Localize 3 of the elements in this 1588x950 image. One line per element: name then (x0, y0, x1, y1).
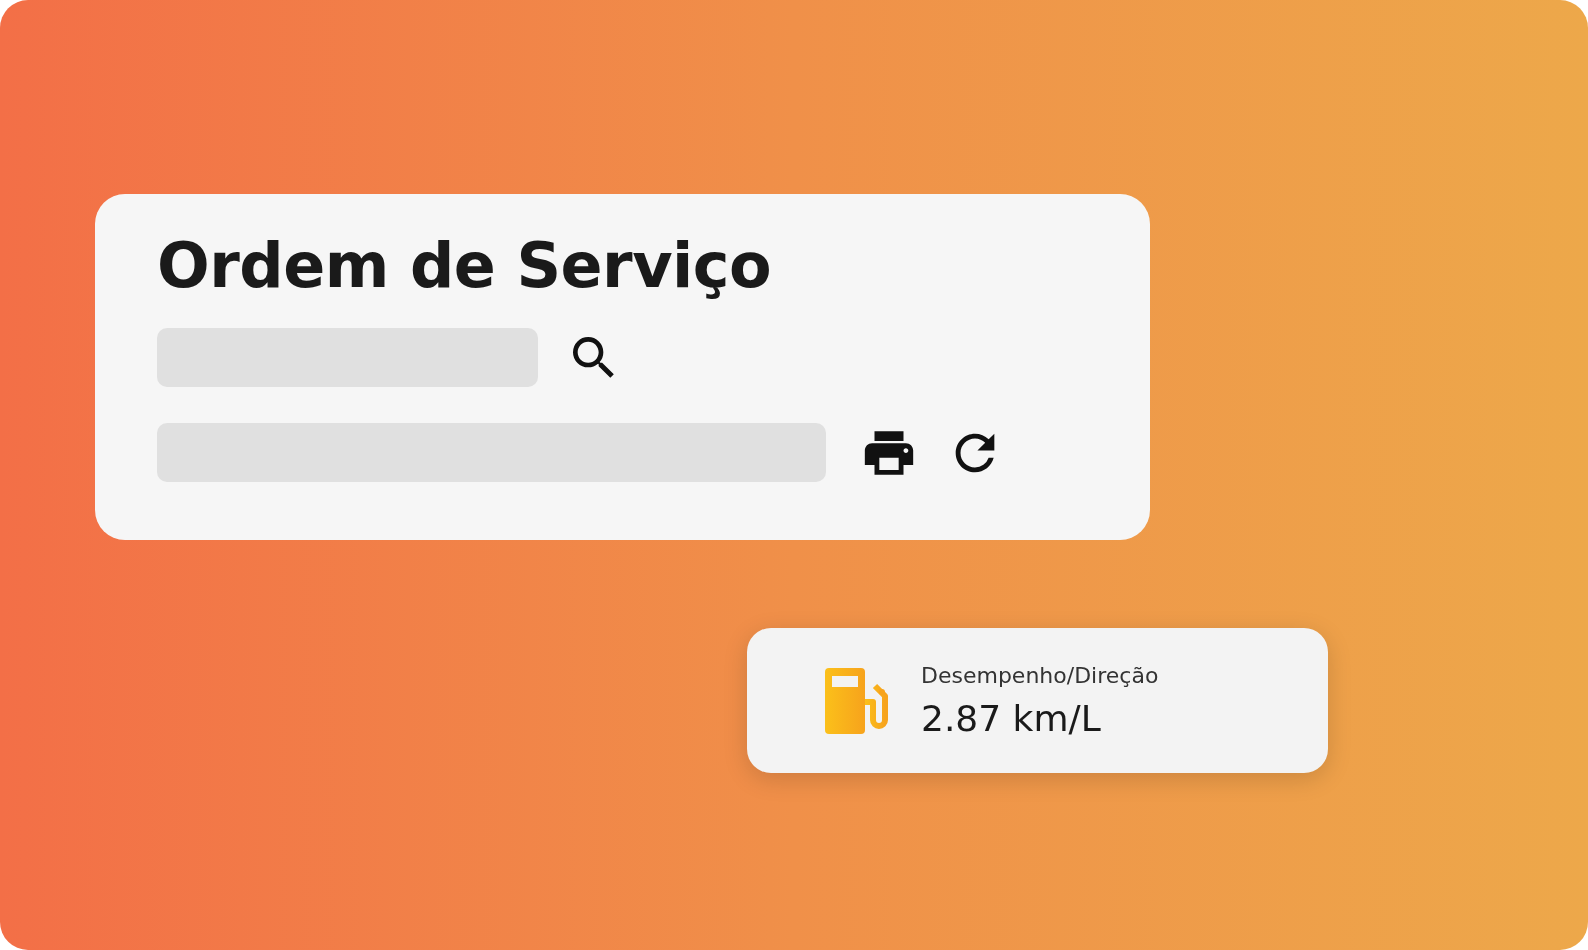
stat-value: 2.87 km/L (921, 697, 1102, 739)
stat-label: Desempenho/Direção (921, 662, 1159, 688)
card-title: Ordem de Serviço (157, 232, 773, 301)
